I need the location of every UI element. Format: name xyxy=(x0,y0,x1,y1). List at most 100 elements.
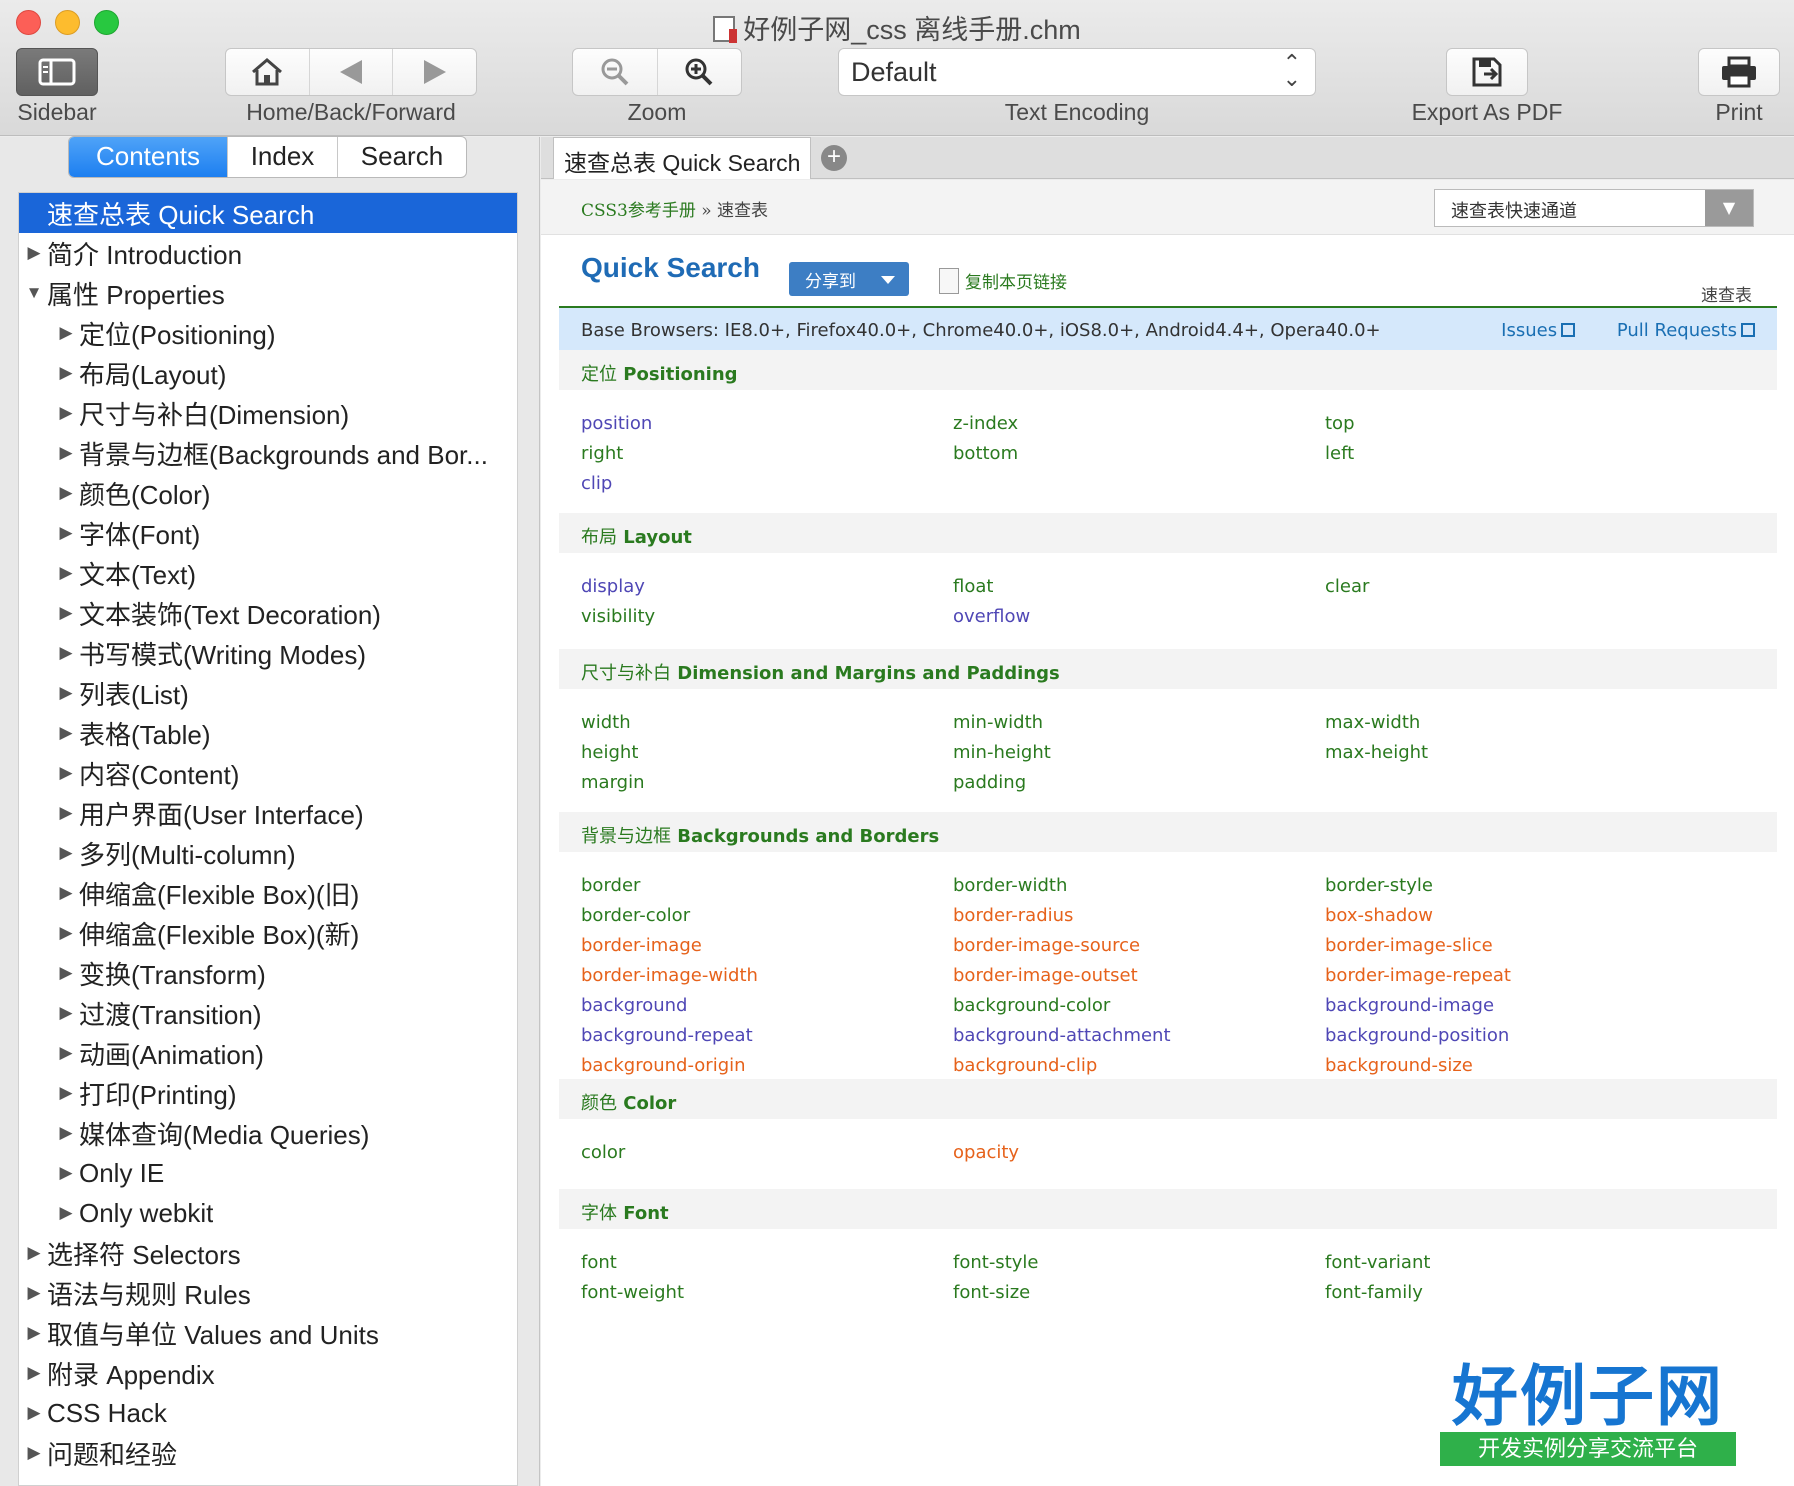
property-link[interactable]: color xyxy=(581,1139,953,1167)
property-link[interactable]: max-height xyxy=(1325,739,1697,767)
property-link[interactable]: right xyxy=(581,440,953,468)
add-tab-icon[interactable]: + xyxy=(821,145,847,171)
pull-requests-link[interactable]: Pull Requests xyxy=(1599,320,1755,341)
quick-channel-select[interactable]: 速查表快速通道 ▼ xyxy=(1434,189,1754,227)
tree-item[interactable]: ▶ 打印(Printing) xyxy=(19,1073,517,1113)
property-link[interactable]: background-color xyxy=(953,992,1325,1020)
property-link[interactable]: width xyxy=(581,709,953,737)
property-link[interactable]: border xyxy=(581,872,953,900)
issues-link[interactable]: Issues xyxy=(1483,320,1576,341)
disclosure-collapsed-icon[interactable]: ▶ xyxy=(55,923,77,943)
tree-item[interactable]: ▶ 尺寸与补白(Dimension) xyxy=(19,393,517,433)
property-link[interactable]: border-image-outset xyxy=(953,962,1325,990)
property-link[interactable]: font-weight xyxy=(581,1279,953,1307)
print-button[interactable] xyxy=(1698,48,1780,96)
disclosure-collapsed-icon[interactable]: ▶ xyxy=(55,643,77,663)
property-link[interactable]: min-width xyxy=(953,709,1325,737)
property-link[interactable]: padding xyxy=(953,769,1325,797)
property-link[interactable]: font-family xyxy=(1325,1279,1697,1307)
disclosure-collapsed-icon[interactable]: ▶ xyxy=(55,1203,77,1223)
property-link[interactable]: border-width xyxy=(953,872,1325,900)
tab-contents[interactable]: Contents xyxy=(69,137,228,177)
property-link[interactable]: border-image-slice xyxy=(1325,932,1697,960)
tree-item[interactable]: ▶ 问题和经验 xyxy=(19,1433,517,1473)
property-link[interactable]: height xyxy=(581,739,953,767)
disclosure-expanded-icon[interactable]: ▼ xyxy=(23,283,45,303)
property-link[interactable]: border-image-repeat xyxy=(1325,962,1697,990)
disclosure-collapsed-icon[interactable]: ▶ xyxy=(23,1323,45,1343)
tree-item[interactable]: ▶ 书写模式(Writing Modes) xyxy=(19,633,517,673)
property-link[interactable]: background-image xyxy=(1325,992,1697,1020)
property-link[interactable]: left xyxy=(1325,440,1697,468)
tree-item[interactable]: ▶ 媒体查询(Media Queries) xyxy=(19,1113,517,1153)
property-link[interactable]: background-clip xyxy=(953,1052,1325,1080)
tree-item[interactable]: ▶ 文本(Text) xyxy=(19,553,517,593)
property-link[interactable]: visibility xyxy=(581,603,953,631)
tree-item[interactable]: 速查总表 Quick Search xyxy=(19,193,517,233)
property-link[interactable]: background-attachment xyxy=(953,1022,1325,1050)
back-button[interactable] xyxy=(310,49,394,95)
disclosure-collapsed-icon[interactable]: ▶ xyxy=(55,723,77,743)
tree-item[interactable]: ▶ 文本装饰(Text Decoration) xyxy=(19,593,517,633)
export-pdf-button[interactable] xyxy=(1446,48,1528,96)
tab-index[interactable]: Index xyxy=(228,137,338,177)
disclosure-collapsed-icon[interactable]: ▶ xyxy=(55,403,77,423)
disclosure-collapsed-icon[interactable]: ▶ xyxy=(23,1443,45,1463)
property-link[interactable]: border-radius xyxy=(953,902,1325,930)
tree-item[interactable]: ▶ 语法与规则 Rules xyxy=(19,1273,517,1313)
tree-item[interactable]: ▶ 取值与单位 Values and Units xyxy=(19,1313,517,1353)
disclosure-collapsed-icon[interactable]: ▶ xyxy=(23,1363,45,1383)
property-link[interactable]: background-repeat xyxy=(581,1022,953,1050)
property-link[interactable]: background-size xyxy=(1325,1052,1697,1080)
property-link[interactable]: z-index xyxy=(953,410,1325,438)
disclosure-collapsed-icon[interactable]: ▶ xyxy=(55,763,77,783)
disclosure-collapsed-icon[interactable]: ▶ xyxy=(55,563,77,583)
tree-item[interactable]: ▶ 背景与边框(Backgrounds and Bor... xyxy=(19,433,517,473)
tab-search[interactable]: Search xyxy=(338,137,466,177)
property-link[interactable]: opacity xyxy=(953,1139,1325,1167)
tree-item[interactable]: ▶ 附录 Appendix xyxy=(19,1353,517,1393)
property-link[interactable]: font-style xyxy=(953,1249,1325,1277)
property-link[interactable]: margin xyxy=(581,769,953,797)
forward-button[interactable] xyxy=(393,49,476,95)
disclosure-collapsed-icon[interactable]: ▶ xyxy=(55,523,77,543)
disclosure-collapsed-icon[interactable]: ▶ xyxy=(55,443,77,463)
zoom-out-button[interactable] xyxy=(573,49,658,95)
property-link[interactable]: border-color xyxy=(581,902,953,930)
property-link[interactable]: min-height xyxy=(953,739,1325,767)
property-link[interactable]: float xyxy=(953,573,1325,601)
property-link[interactable]: clip xyxy=(581,470,953,498)
sidebar-toggle-button[interactable] xyxy=(16,48,98,96)
disclosure-collapsed-icon[interactable]: ▶ xyxy=(55,1083,77,1103)
tree-item[interactable]: ▶ 颜色(Color) xyxy=(19,473,517,513)
disclosure-collapsed-icon[interactable]: ▶ xyxy=(55,683,77,703)
tree-item[interactable]: ▶ 多列(Multi-column) xyxy=(19,833,517,873)
tree-item[interactable]: ▶ CSS Hack xyxy=(19,1393,517,1433)
tree-item[interactable]: ▶ 列表(List) xyxy=(19,673,517,713)
property-link[interactable]: border-image xyxy=(581,932,953,960)
property-link[interactable]: font-variant xyxy=(1325,1249,1697,1277)
property-link[interactable]: background xyxy=(581,992,953,1020)
tree-item[interactable]: ▶ Only IE xyxy=(19,1153,517,1193)
tree-item[interactable]: ▶ 用户界面(User Interface) xyxy=(19,793,517,833)
disclosure-collapsed-icon[interactable]: ▶ xyxy=(23,243,45,263)
property-link[interactable]: border-image-width xyxy=(581,962,953,990)
disclosure-collapsed-icon[interactable]: ▶ xyxy=(55,363,77,383)
share-button[interactable]: 分享到 xyxy=(789,262,909,296)
property-link[interactable]: display xyxy=(581,573,953,601)
disclosure-collapsed-icon[interactable]: ▶ xyxy=(55,603,77,623)
disclosure-collapsed-icon[interactable]: ▶ xyxy=(55,963,77,983)
property-link[interactable]: font xyxy=(581,1249,953,1277)
tree-item[interactable]: ▶ 伸缩盒(Flexible Box)(旧) xyxy=(19,873,517,913)
property-link[interactable]: position xyxy=(581,410,953,438)
tree-item[interactable]: ▶ 内容(Content) xyxy=(19,753,517,793)
disclosure-collapsed-icon[interactable]: ▶ xyxy=(23,1283,45,1303)
tree-item[interactable]: ▶ 动画(Animation) xyxy=(19,1033,517,1073)
breadcrumb-root-link[interactable]: CSS3参考手册 xyxy=(581,201,696,221)
disclosure-collapsed-icon[interactable]: ▶ xyxy=(55,323,77,343)
tree-item[interactable]: ▶ 定位(Positioning) xyxy=(19,313,517,353)
disclosure-collapsed-icon[interactable]: ▶ xyxy=(55,883,77,903)
disclosure-collapsed-icon[interactable]: ▶ xyxy=(55,1163,77,1183)
tree-item[interactable]: ▶ 表格(Table) xyxy=(19,713,517,753)
tab-quick-search[interactable]: 速查总表 Quick Search xyxy=(553,137,811,179)
